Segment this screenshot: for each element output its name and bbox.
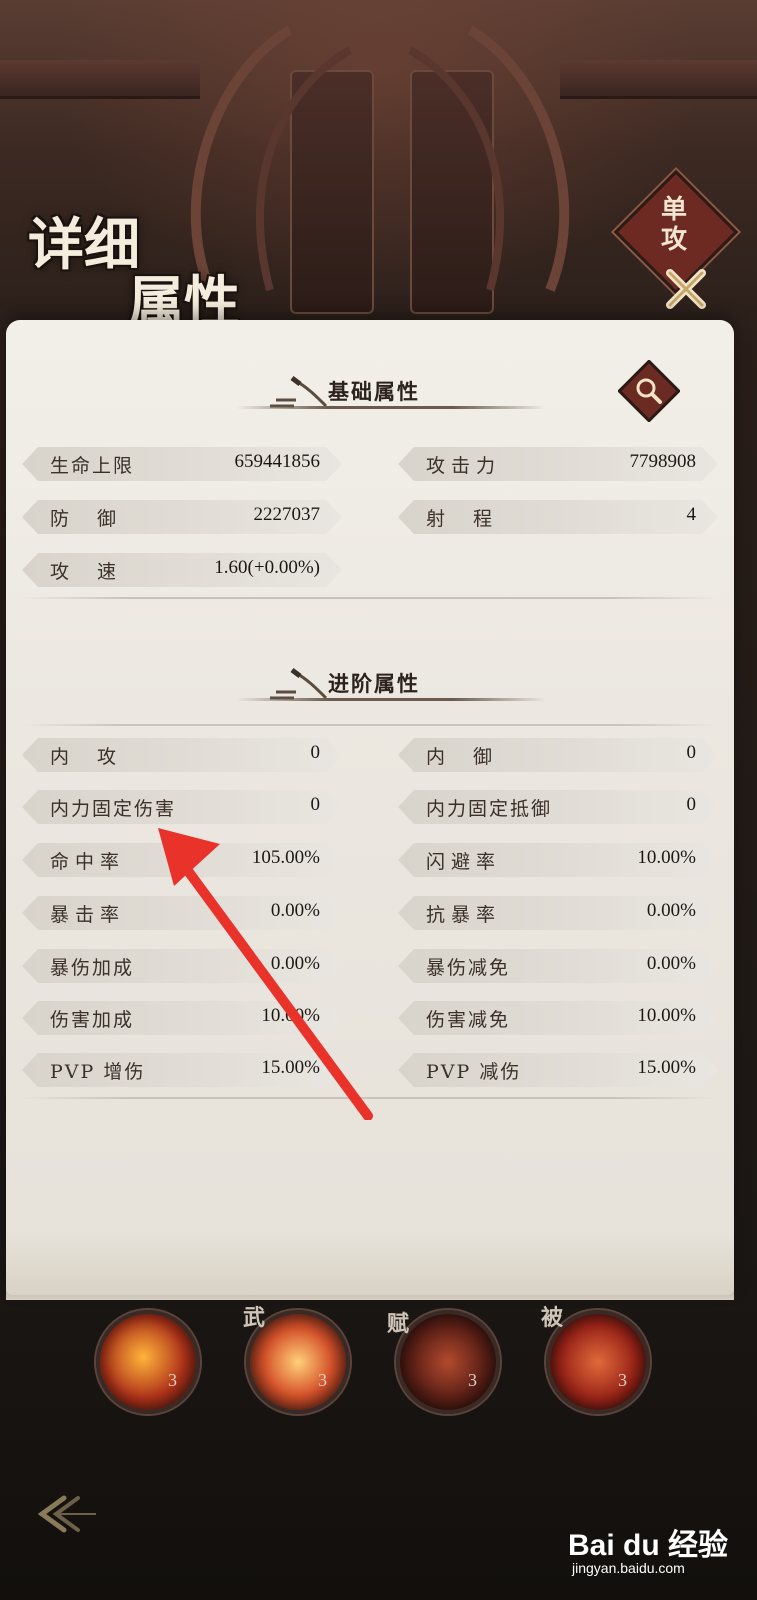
stat-value: 0	[310, 742, 320, 763]
basic-section-title: 基础属性	[236, 376, 546, 416]
skill-level: 3	[618, 1370, 627, 1390]
stat-label: 内御	[426, 746, 521, 768]
advanced-section-label: 进阶属性	[328, 671, 420, 696]
stat-label: 攻速	[50, 561, 145, 583]
stat-value: 7798908	[629, 451, 696, 472]
stat-defense: 防御 2227037	[22, 500, 342, 534]
stat-dodge-rate: 闪避率 10.00%	[398, 843, 718, 877]
stat-value: 4	[686, 504, 696, 525]
stat-value: 10.00%	[261, 1005, 320, 1026]
stat-label: 防御	[50, 508, 145, 530]
watermark: Bai du 经验 jingyan.baidu.com	[568, 1520, 748, 1590]
screen: 详细 属性 单攻 基础属性 生命上限 659441856 攻击力 7798908	[0, 0, 757, 1600]
section-divider	[22, 724, 718, 726]
stat-crit-damage-reduction: 暴伤减免 0.00%	[398, 949, 718, 983]
stat-label: 抗暴率	[426, 904, 502, 926]
stat-label: PVP 增伤	[50, 1061, 146, 1083]
stat-value: 10.00%	[637, 847, 696, 868]
basic-section-label: 基础属性	[328, 379, 420, 404]
skill-slot-1[interactable]	[96, 1310, 200, 1414]
stat-hit-rate: 命中率 105.00%	[22, 843, 342, 877]
stat-value: 15.00%	[261, 1057, 320, 1078]
title-line1: 详细	[28, 212, 140, 278]
watermark-sub: jingyan.baidu.com	[572, 1560, 685, 1576]
panel-bottom-decoration	[6, 1230, 734, 1300]
section-divider	[22, 597, 718, 599]
stat-label: 伤害减免	[426, 1009, 511, 1031]
stat-value: 15.00%	[637, 1057, 696, 1078]
advanced-section-title: 进阶属性	[236, 668, 546, 708]
stat-value: 0	[686, 742, 696, 763]
stat-label: 命中率	[50, 851, 126, 873]
stat-attack: 攻击力 7798908	[398, 447, 718, 481]
title-badge: 详细 属性	[28, 200, 258, 336]
stat-label: 内力固定抵御	[426, 798, 553, 820]
stat-value: 0.00%	[270, 953, 320, 974]
stat-value: 0.00%	[646, 900, 696, 921]
stat-value: 0	[686, 794, 696, 815]
stat-label: 伤害加成	[50, 1009, 135, 1031]
skill-level: 3	[468, 1370, 477, 1390]
stat-damage-bonus: 伤害加成 10.00%	[22, 1001, 342, 1035]
stat-label: 闪避率	[426, 851, 502, 873]
skill-tag: 赋	[387, 1311, 410, 1337]
stat-value: 1.60(+0.00%)	[214, 557, 320, 578]
close-icon[interactable]	[662, 265, 710, 313]
back-arrow-icon[interactable]	[34, 1490, 98, 1538]
stat-crit-rate: 暴击率 0.00%	[22, 896, 342, 930]
stat-max-hp: 生命上限 659441856	[22, 447, 342, 481]
stat-inner-defense: 内御 0	[398, 738, 718, 772]
section-divider	[22, 1097, 718, 1099]
stat-label: 暴伤加成	[50, 957, 135, 979]
stat-value: 659441856	[234, 451, 320, 472]
stat-pvp-damage-bonus: PVP 增伤 15.00%	[22, 1053, 342, 1087]
stat-label: 内力固定伤害	[50, 798, 177, 820]
skill-tag: 武	[243, 1305, 266, 1331]
stat-value: 105.00%	[251, 847, 320, 868]
skill-slot-3[interactable]	[396, 1310, 500, 1414]
stat-value: 0	[310, 794, 320, 815]
search-button[interactable]	[618, 360, 680, 422]
stat-label: 暴伤减免	[426, 957, 511, 979]
stat-crit-resist: 抗暴率 0.00%	[398, 896, 718, 930]
stat-attack-speed: 攻速 1.60(+0.00%)	[22, 553, 342, 587]
stat-label: PVP 减伤	[426, 1061, 522, 1083]
stat-label: 暴击率	[50, 904, 126, 926]
watermark-main: Bai du 经验	[568, 1529, 729, 1562]
stat-inner-attack: 内攻 0	[22, 738, 342, 772]
stat-range: 射程 4	[398, 500, 718, 534]
stat-value: 10.00%	[637, 1005, 696, 1026]
skill-level: 3	[318, 1370, 327, 1390]
skill-tag: 被	[541, 1305, 564, 1331]
stat-damage-reduction: 伤害减免 10.00%	[398, 1001, 718, 1035]
skill-level: 3	[168, 1370, 177, 1390]
stat-label: 攻击力	[426, 455, 502, 477]
attack-mode-label: 单攻	[660, 195, 687, 255]
stat-value: 0.00%	[646, 953, 696, 974]
stat-inner-fixed-resist: 内力固定抵御 0	[398, 790, 718, 824]
stat-pvp-damage-reduction: PVP 减伤 15.00%	[398, 1053, 718, 1087]
stat-crit-damage-bonus: 暴伤加成 0.00%	[22, 949, 342, 983]
stat-value: 2227037	[253, 504, 320, 525]
stat-label: 内攻	[50, 746, 145, 768]
stat-label: 生命上限	[50, 455, 135, 477]
stat-label: 射程	[426, 508, 521, 530]
stat-inner-fixed-damage: 内力固定伤害 0	[22, 790, 342, 824]
stat-value: 0.00%	[270, 900, 320, 921]
